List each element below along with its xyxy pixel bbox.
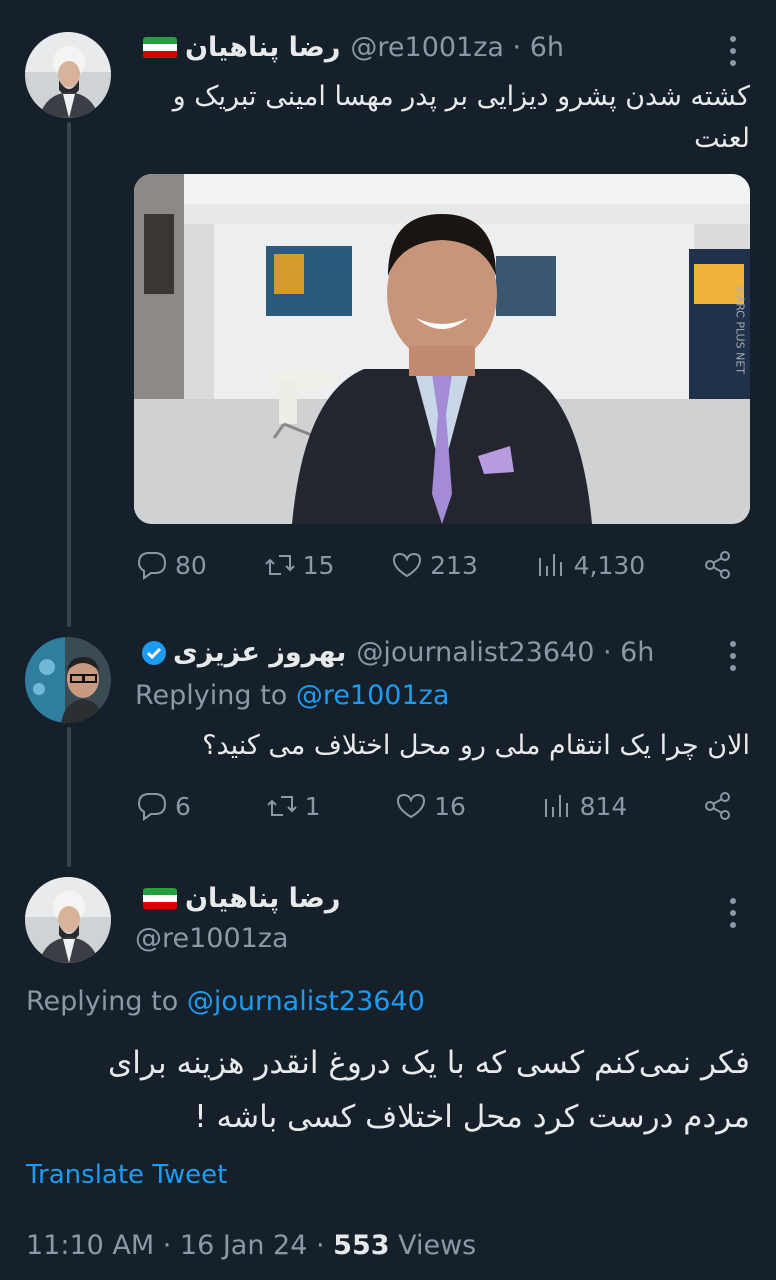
retweet-icon — [264, 555, 295, 575]
tweet-header: رضا پناهیان — [135, 883, 340, 914]
reply-button[interactable]: 80 — [135, 548, 207, 582]
display-name[interactable]: رضا پناهیان — [185, 32, 340, 63]
avatar[interactable] — [25, 637, 111, 723]
like-button[interactable]: 16 — [394, 789, 466, 823]
views-count: 553 — [333, 1230, 390, 1261]
retweet-button[interactable]: 15 — [263, 548, 335, 582]
tweet-text: الان چرا یک انتقام ملی رو محل اختلاف می … — [202, 730, 750, 761]
replying-to-link[interactable]: @journalist23640 — [187, 986, 425, 1017]
views-icon — [544, 795, 568, 817]
replying-to-link[interactable]: @re1001za — [296, 680, 450, 711]
like-icon — [393, 552, 422, 578]
more-icon[interactable] — [729, 36, 737, 72]
like-count: 213 — [430, 550, 478, 580]
share-icon — [704, 551, 730, 579]
retweet-count: 1 — [304, 791, 321, 821]
share-icon — [704, 792, 730, 820]
replying-to: Replying to @journalist23640 — [26, 986, 425, 1017]
image-watermark: ©ARC PLUS NET — [733, 284, 746, 374]
tweet-image[interactable]: ©ARC PLUS NET — [134, 174, 750, 524]
like-button[interactable]: 213 — [390, 548, 478, 582]
more-icon[interactable] — [729, 898, 737, 934]
office-photo — [134, 174, 750, 524]
handle[interactable]: @re1001za · 6h — [350, 32, 564, 63]
tweet-actions: 6 1 16 814 — [135, 789, 735, 823]
views-button[interactable]: 4,130 — [534, 548, 646, 582]
more-icon[interactable] — [729, 641, 737, 677]
tweet-header: رضا پناهیان @re1001za · 6h — [135, 32, 564, 63]
thread-line — [67, 727, 71, 867]
replying-to: Replying to @re1001za — [135, 680, 450, 711]
retweet-icon — [266, 796, 297, 816]
views-icon — [538, 554, 562, 576]
tweet-header: بهروز عزیزی @journalist23640 · 6h — [135, 637, 654, 668]
reply-button[interactable]: 6 — [135, 789, 191, 823]
tweet-text: کشته شدن پشرو دیزایی بر پدر مهسا امینی ت… — [172, 81, 750, 154]
share-button[interactable] — [701, 789, 735, 823]
tweet-text-line: مردم درست کرد محل اختلاف کسی باشه ! — [194, 1099, 750, 1135]
like-count: 16 — [434, 791, 466, 821]
avatar[interactable] — [25, 32, 111, 118]
reply-count: 6 — [175, 791, 191, 821]
views-button[interactable]: 814 — [540, 789, 628, 823]
retweet-button[interactable]: 1 — [265, 789, 321, 823]
thread-line — [67, 122, 71, 627]
reply-count: 80 — [175, 550, 207, 580]
retweet-count: 15 — [302, 550, 335, 580]
iran-flag-icon — [143, 36, 177, 59]
iran-flag-icon — [143, 887, 177, 910]
tweet-text-line: فکر نمی‌کنم کسی که با یک دروغ انقدر هزین… — [107, 1045, 750, 1081]
handle[interactable]: @journalist23640 · 6h — [356, 637, 654, 668]
reply-icon — [137, 552, 167, 580]
display-name[interactable]: رضا پناهیان — [185, 883, 340, 914]
tweet-text: فکر نمی‌کنم کسی که با یک دروغ انقدر هزین… — [26, 1036, 750, 1144]
translate-tweet-link[interactable]: Translate Tweet — [26, 1160, 227, 1190]
share-button[interactable] — [701, 548, 735, 582]
views-count: 814 — [579, 791, 628, 821]
verified-badge-icon — [141, 640, 167, 666]
like-icon — [397, 793, 426, 819]
tweet-actions: 80 15 213 4,130 — [135, 548, 735, 582]
reply-icon — [137, 793, 167, 821]
display-name[interactable]: بهروز عزیزی — [173, 637, 346, 668]
tweet-timestamp: 11:10 AM · 16 Jan 24 · 553 Views — [26, 1230, 477, 1261]
handle[interactable]: @re1001za — [135, 923, 289, 954]
views-count: 4,130 — [573, 550, 646, 580]
avatar[interactable] — [25, 877, 111, 963]
